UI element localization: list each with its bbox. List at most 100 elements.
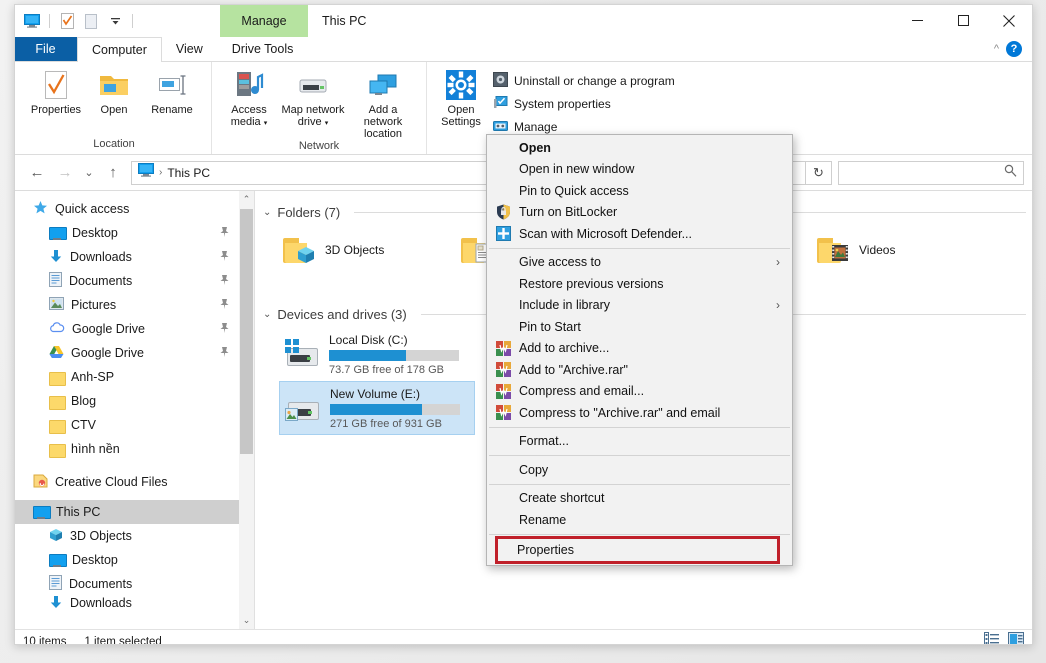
tab-computer[interactable]: Computer bbox=[77, 37, 162, 62]
up-button[interactable]: ↑ bbox=[99, 159, 127, 187]
sidebar-item-pictures[interactable]: Pictures bbox=[15, 293, 254, 317]
chevron-down-icon[interactable]: ⌄ bbox=[263, 309, 271, 320]
menu-separator bbox=[489, 427, 790, 428]
ribbon-button-access-media[interactable]: Access media ▾ bbox=[220, 65, 278, 130]
context-menu-item-add-to-archive[interactable]: Add to archive... bbox=[487, 338, 792, 360]
sidebar-item-downloads-2[interactable]: Downloads bbox=[15, 596, 254, 610]
breadcrumb-this-pc[interactable]: This PC bbox=[167, 166, 210, 180]
forward-button[interactable]: → bbox=[51, 159, 79, 187]
sidebar-item-downloads[interactable]: Downloads bbox=[15, 245, 254, 269]
context-menu-item-rename[interactable]: Rename bbox=[487, 509, 792, 531]
context-menu[interactable]: Open Open in new window Pin to Quick acc… bbox=[486, 134, 793, 566]
list-item[interactable]: Videos bbox=[813, 225, 991, 275]
ribbon-button-open[interactable]: Open bbox=[85, 65, 143, 116]
sidebar-item-google-drive[interactable]: Google Drive bbox=[15, 341, 254, 365]
maximize-button[interactable] bbox=[940, 5, 986, 36]
sidebar-item-documents-2[interactable]: Documents bbox=[15, 572, 254, 596]
ribbon-item-system-properties[interactable]: System properties bbox=[493, 94, 675, 113]
collapse-ribbon-icon[interactable]: ^ bbox=[994, 43, 999, 55]
menu-item-label: Restore previous versions bbox=[519, 277, 664, 291]
tab-file[interactable]: File bbox=[15, 37, 77, 61]
context-menu-item-properties[interactable]: Properties bbox=[497, 538, 778, 562]
details-view-icon[interactable] bbox=[984, 632, 1000, 645]
context-menu-item-compress-to-archive-and-email[interactable]: Compress to "Archive.rar" and email bbox=[487, 402, 792, 424]
context-menu-item-restore-previous-versions[interactable]: Restore previous versions bbox=[487, 273, 792, 295]
context-menu-item-compress-and-email[interactable]: Compress and email... bbox=[487, 381, 792, 403]
drive-label: New Volume (E:) bbox=[330, 387, 460, 401]
winrar-icon bbox=[495, 383, 512, 400]
close-button[interactable] bbox=[986, 5, 1032, 36]
context-menu-item-open-in-new-window[interactable]: Open in new window bbox=[487, 159, 792, 181]
local-disk-icon bbox=[283, 338, 321, 370]
context-menu-item-create-shortcut[interactable]: Create shortcut bbox=[487, 488, 792, 510]
label-text: Access media bbox=[231, 104, 267, 128]
blank-icon-slot bbox=[495, 161, 512, 178]
back-button[interactable]: ← bbox=[23, 159, 51, 187]
manage-contextual-tab-title: Manage bbox=[220, 5, 308, 37]
ribbon-button-map-network-drive[interactable]: Map network drive ▾ bbox=[278, 65, 348, 130]
ribbon-button-open-settings[interactable]: Open Settings bbox=[435, 65, 487, 128]
pin-icon[interactable] bbox=[219, 226, 230, 241]
ribbon-button-add-network-location[interactable]: Add a network location bbox=[348, 65, 418, 140]
quick-access-toolbar bbox=[15, 10, 137, 32]
sidebar-item-ctv[interactable]: CTV bbox=[15, 413, 254, 437]
customize-caret-icon[interactable] bbox=[104, 10, 126, 32]
sidebar-item-3d-objects[interactable]: 3D Objects bbox=[15, 524, 254, 548]
desktop-monitor-icon bbox=[49, 554, 65, 567]
list-item-new-volume-e[interactable]: New Volume (E:) 271 GB free of 931 GB bbox=[279, 381, 475, 435]
sidebar-item-this-pc[interactable]: This PC bbox=[15, 500, 254, 524]
navigation-scrollbar[interactable]: ⌃ ⌄ bbox=[239, 191, 254, 629]
context-menu-item-copy[interactable]: Copy bbox=[487, 459, 792, 481]
context-menu-item-include-in-library[interactable]: Include in library › bbox=[487, 295, 792, 317]
menu-separator bbox=[489, 248, 790, 249]
sidebar-item-documents[interactable]: Documents bbox=[15, 269, 254, 293]
tab-view[interactable]: View bbox=[162, 37, 218, 61]
context-menu-item-add-to-archive-rar[interactable]: Add to "Archive.rar" bbox=[487, 359, 792, 381]
chevron-down-icon[interactable]: ⌄ bbox=[263, 207, 271, 218]
pin-icon[interactable] bbox=[219, 346, 230, 361]
rename-icon bbox=[157, 68, 187, 102]
context-menu-item-pin-to-quick-access[interactable]: Pin to Quick access bbox=[487, 180, 792, 202]
search-input[interactable] bbox=[845, 165, 995, 181]
list-item[interactable]: 3D Objects bbox=[279, 225, 457, 275]
pin-icon[interactable] bbox=[219, 250, 230, 265]
context-menu-item-give-access-to[interactable]: Give access to › bbox=[487, 252, 792, 274]
ribbon-button-properties[interactable]: Properties bbox=[27, 65, 85, 116]
context-menu-item-format[interactable]: Format... bbox=[487, 431, 792, 453]
scroll-down-icon[interactable]: ⌄ bbox=[243, 612, 251, 629]
sidebar-item-desktop[interactable]: Desktop bbox=[15, 221, 254, 245]
pin-icon[interactable] bbox=[219, 322, 230, 337]
sidebar-item-anh-sp[interactable]: Anh-SP bbox=[15, 365, 254, 389]
pin-icon[interactable] bbox=[219, 274, 230, 289]
sidebar-item-desktop-2[interactable]: Desktop bbox=[15, 548, 254, 572]
new-folder-icon[interactable] bbox=[80, 10, 102, 32]
search-box[interactable] bbox=[838, 161, 1024, 185]
ribbon-button-rename[interactable]: Rename bbox=[143, 65, 201, 116]
sidebar-item-hinh-nen[interactable]: hình nền bbox=[15, 437, 254, 461]
scrollbar-thumb[interactable] bbox=[240, 209, 253, 454]
large-icons-view-icon[interactable] bbox=[1008, 632, 1024, 645]
scroll-up-icon[interactable]: ⌃ bbox=[243, 191, 251, 208]
context-menu-item-scan-with-defender[interactable]: Scan with Microsoft Defender... bbox=[487, 223, 792, 245]
blank-icon-slot bbox=[495, 297, 512, 314]
help-icon[interactable]: ? bbox=[1006, 41, 1022, 57]
sidebar-item-google-drive-cloud[interactable]: Google Drive bbox=[15, 317, 254, 341]
list-item-local-disk-c[interactable]: Local Disk (C:) 73.7 GB free of 178 GB bbox=[279, 327, 475, 381]
this-pc-icon[interactable] bbox=[21, 10, 43, 32]
context-menu-item-turn-on-bitlocker[interactable]: Turn on BitLocker bbox=[487, 202, 792, 224]
tab-drive-tools[interactable]: Drive Tools bbox=[218, 37, 309, 61]
sidebar-item-blog[interactable]: Blog bbox=[15, 389, 254, 413]
ribbon-item-uninstall-program[interactable]: Uninstall or change a program bbox=[493, 71, 675, 90]
context-menu-item-pin-to-start[interactable]: Pin to Start bbox=[487, 316, 792, 338]
pin-icon[interactable] bbox=[219, 298, 230, 313]
sidebar-item-label: CTV bbox=[71, 418, 96, 432]
refresh-button[interactable]: ↻ bbox=[806, 161, 832, 185]
sidebar-item-quick-access[interactable]: Quick access bbox=[15, 197, 254, 221]
folder-icon bbox=[49, 443, 64, 456]
sidebar-item-label: 3D Objects bbox=[70, 529, 132, 543]
minimize-button[interactable] bbox=[894, 5, 940, 36]
sidebar-item-creative-cloud-files[interactable]: Creative Cloud Files bbox=[15, 470, 254, 494]
context-menu-item-open[interactable]: Open bbox=[487, 137, 792, 159]
recent-locations-button[interactable]: ⌄ bbox=[79, 159, 99, 187]
properties-icon[interactable] bbox=[56, 10, 78, 32]
